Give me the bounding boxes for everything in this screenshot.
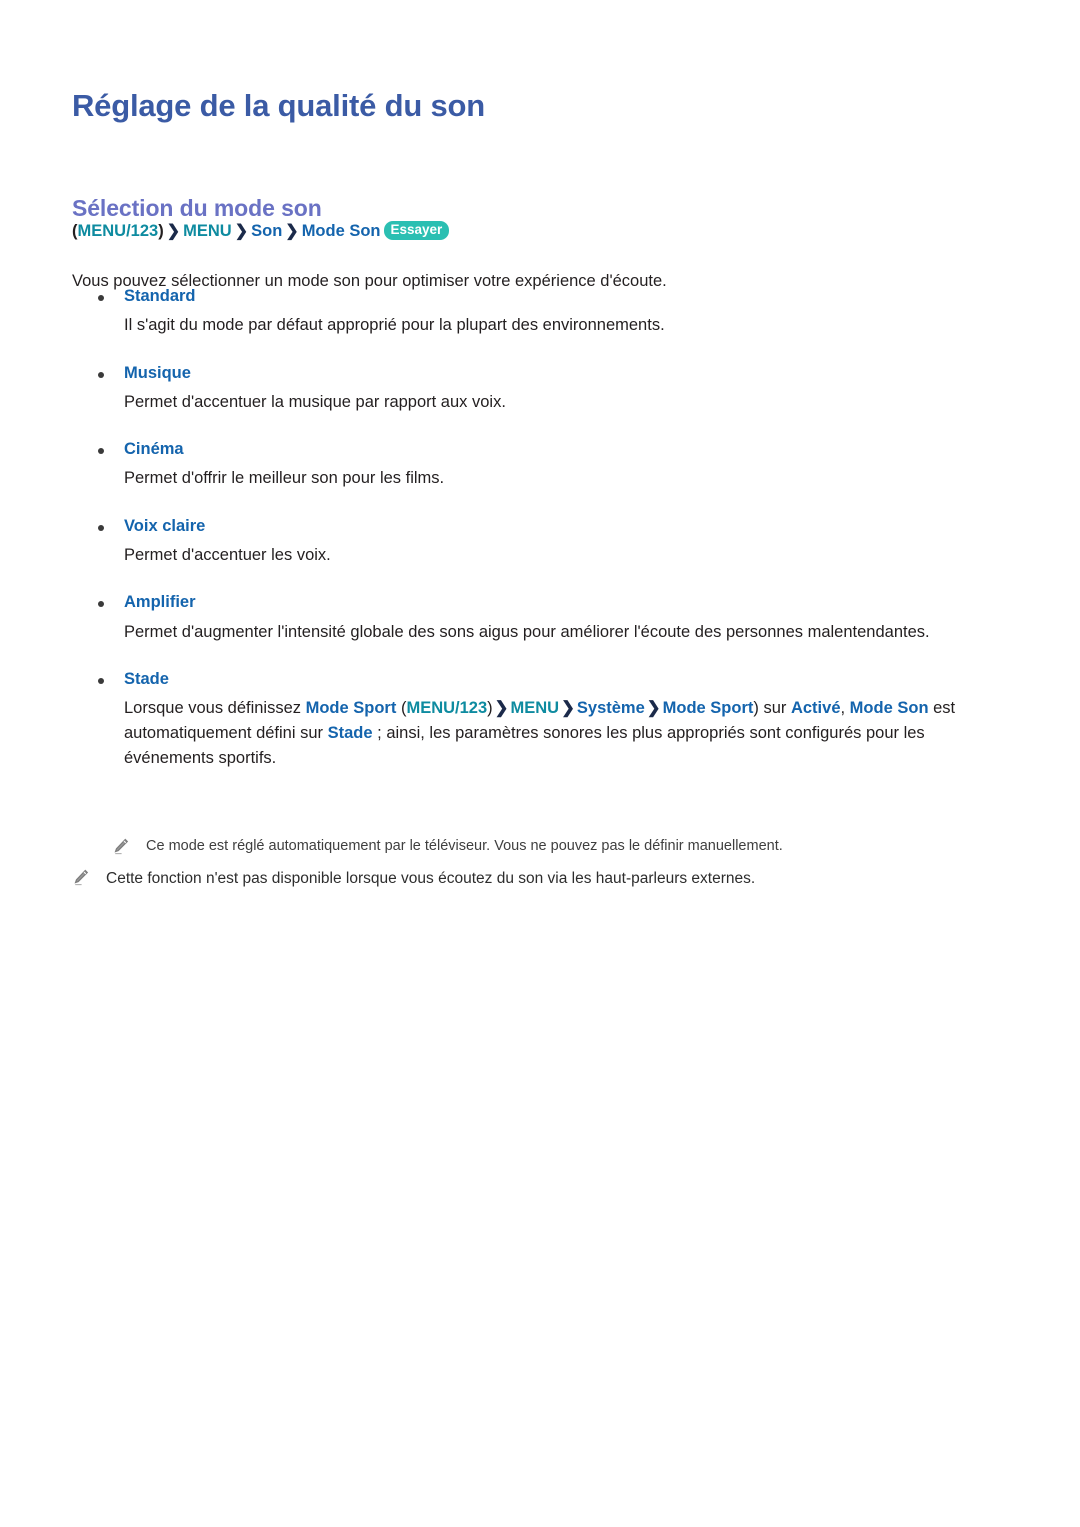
mode-description-cinema: Permet d'offrir le meilleur son pour les… [124, 469, 445, 488]
mode-description-standard: Il s'agit du mode par défaut approprié p… [124, 316, 665, 335]
stade-comma: , [840, 699, 850, 718]
list-item-voix-claire: Voix claire Permet d'accentuer les voix. [72, 516, 1012, 569]
note-row-1: Ce mode est réglé automatiquement par le… [72, 836, 1022, 858]
note-row-2: Cette fonction n'est pas disponible lors… [72, 867, 1022, 890]
list-item-amplifier: Amplifier Permet d'augmenter l'intensité… [72, 592, 1012, 645]
mode-description-voix-claire: Permet d'accentuer les voix. [124, 545, 331, 564]
bullet-dot-icon [98, 524, 104, 531]
note-text-2: Cette fonction n'est pas disponible lors… [106, 869, 756, 887]
inline-term-menu: MENU [510, 699, 560, 718]
notes-section: Ce mode est réglé automatiquement par le… [72, 836, 1022, 890]
inline-term-stade: Stade [327, 724, 373, 743]
bullet-dot-icon [98, 371, 104, 378]
inline-term-mode-sport: Mode Sport [305, 699, 397, 718]
note-spacer [72, 858, 1022, 867]
list-item-cinema: Cinéma Permet d'offrir le meilleur son p… [72, 439, 1012, 492]
inline-term-mode-sport-2: Mode Sport [662, 699, 754, 718]
sound-mode-list: Standard Il s'agit du mode par défaut ap… [72, 286, 1012, 793]
breadcrumb-close-paren: ) [158, 222, 164, 240]
manual-page: Réglage de la qualité du son Sélection d… [0, 0, 1080, 1527]
stade-open-paren-outer: ( [396, 699, 407, 718]
mode-label-cinema: Cinéma [124, 440, 184, 459]
chevron-right-icon: ❯ [646, 699, 661, 718]
inline-term-mode: Mode [849, 699, 893, 718]
mode-label-musique: Musique [124, 363, 191, 382]
chevron-right-icon: ❯ [561, 699, 575, 718]
mode-label-stade: Stade [124, 669, 169, 688]
breadcrumb: (MENU/123) ❯ MENU ❯ Son ❯ Mode Son Essayer [72, 220, 450, 243]
inline-term-systeme: Système [576, 699, 645, 718]
bullet-dot-icon [98, 601, 104, 608]
bullet-dot-icon [98, 677, 104, 684]
bullet-row: Stade [72, 669, 1012, 690]
chevron-right-icon: ❯ [494, 699, 509, 718]
try-it-badge[interactable]: Essayer [383, 221, 450, 241]
list-item-musique: Musique Permet d'accentuer la musique pa… [72, 363, 1012, 416]
breadcrumb-item-mode-son[interactable]: Mode Son [302, 222, 381, 240]
chevron-right-icon: ❯ [285, 223, 299, 240]
bullet-row: Cinéma [72, 439, 1012, 460]
pencil-icon [72, 868, 90, 888]
section-title: Sélection du mode son [72, 195, 322, 222]
bullet-row: Standard [72, 286, 1012, 307]
breadcrumb-item-son[interactable]: Son [251, 222, 282, 240]
stade-text-3: ) sur [753, 699, 791, 718]
bullet-row: Amplifier [72, 592, 1012, 613]
breadcrumb-item-menu[interactable]: MENU [183, 222, 232, 240]
bullet-dot-icon [98, 295, 104, 301]
mode-label-voix-claire: Voix claire [124, 516, 206, 535]
mode-description-musique: Permet d'accentuer la musique par rappor… [124, 392, 506, 411]
bullet-row: Voix claire [72, 516, 1012, 537]
mode-label-standard: Standard [124, 287, 196, 305]
note-text-1: Ce mode est réglé automatiquement par le… [146, 838, 783, 854]
inline-term-son: Son [897, 699, 929, 718]
mode-description-stade: Lorsque vous définissez Mode Sport (MENU… [72, 696, 1012, 771]
breadcrumb-item-menu123[interactable]: MENU/123 [78, 222, 159, 240]
stade-close-paren-inner: ) [487, 699, 493, 718]
inline-term-active: Activé [790, 699, 841, 718]
chevron-right-icon: ❯ [166, 223, 181, 240]
list-item-standard: Standard Il s'agit du mode par défaut ap… [72, 286, 1012, 339]
pencil-icon [112, 837, 130, 857]
mode-label-amplifier: Amplifier [124, 593, 196, 612]
bullet-row: Musique [72, 363, 1012, 384]
inline-term-menu123: MENU/123 [406, 699, 488, 718]
chevron-right-icon: ❯ [234, 223, 249, 240]
list-item-stade: Stade Lorsque vous définissez Mode Sport… [72, 669, 1012, 772]
bullet-dot-icon [98, 448, 104, 455]
mode-description-amplifier: Permet d'augmenter l'intensité globale d… [124, 622, 930, 641]
page-title: Réglage de la qualité du son [72, 87, 485, 123]
stade-text-1: Lorsque vous définissez [124, 699, 306, 718]
